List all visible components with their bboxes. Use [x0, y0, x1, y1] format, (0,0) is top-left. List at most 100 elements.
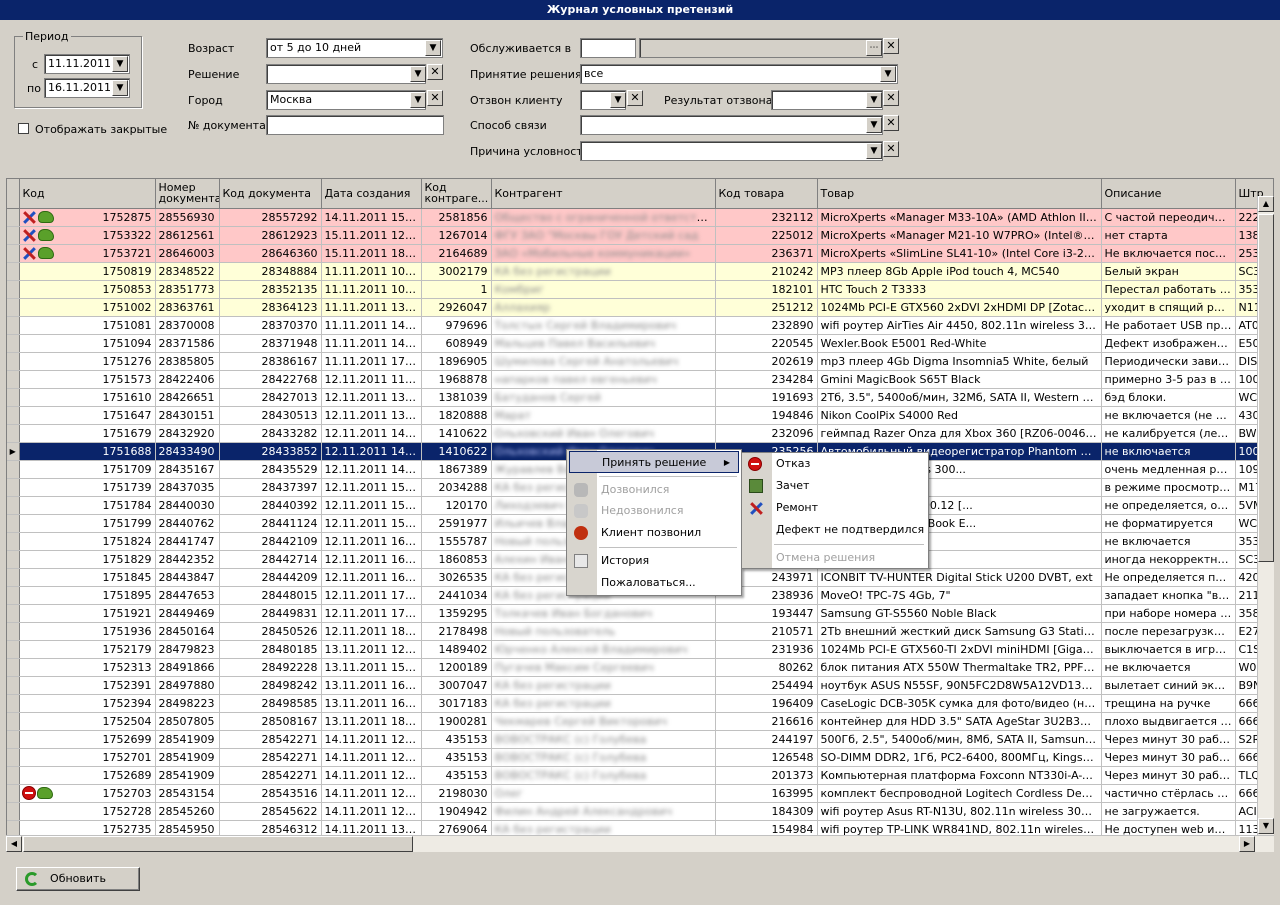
table-row[interactable]: 1751002 28363761 28364123 11.11.2011 13:15 2…: [7, 298, 1273, 317]
table-row[interactable]: 1751936 28450164 28450526 12.11.2011 18:03 2…: [7, 622, 1273, 641]
table-row[interactable]: 1752179 28479823 28480185 13.11.2011 12:10 1…: [7, 640, 1273, 659]
table-row[interactable]: 1751081 28370008 28370370 11.11.2011 14:29 9…: [7, 316, 1273, 335]
header-created[interactable]: Дата создания: [321, 179, 422, 209]
cell-created: 15.11.2011 18:27: [321, 244, 422, 263]
table-row[interactable]: 1752703 28543154 28543516 14.11.2011 12:33 2…: [7, 784, 1273, 803]
cell-cp-code: 2441034: [421, 586, 492, 605]
submenu-repair[interactable]: Ремонт: [742, 497, 818, 519]
cell-doc-code: 28498585: [219, 694, 322, 713]
menu-complain[interactable]: Пожаловаться...: [567, 572, 696, 594]
vscroll-down-button[interactable]: ▼: [1258, 818, 1274, 834]
table-row[interactable]: 1751610 28426651 28427013 12.11.2011 13:01 1…: [7, 388, 1273, 407]
table-row[interactable]: 1752391 28497880 28498242 13.11.2011 16:22 3…: [7, 676, 1273, 695]
submenu-cancel[interactable]: Отмена решения: [742, 547, 875, 569]
submenu-refuse[interactable]: Отказ: [742, 453, 810, 475]
cell-created-text: 11.11.2011 10:05: [324, 264, 421, 278]
menu-accept-decision[interactable]: Принять решение ▶: [569, 451, 739, 473]
contact-select[interactable]: [580, 115, 883, 135]
reason-select[interactable]: [580, 141, 883, 161]
cell-code: 1751276: [19, 352, 156, 371]
doc-number-input[interactable]: [266, 115, 444, 135]
hscroll-left-button[interactable]: ◀: [6, 836, 22, 852]
header-goods[interactable]: Товар: [817, 179, 1102, 209]
submenu-credit[interactable]: Зачет: [742, 475, 809, 497]
menu-client-called[interactable]: Клиент позвонил: [567, 522, 701, 544]
header-doc-code[interactable]: Код документа: [219, 179, 322, 209]
grid-hscrollbar[interactable]: ◀ ▶: [6, 835, 1274, 852]
hscroll-right-button[interactable]: ▶: [1239, 836, 1255, 852]
served-clear-button[interactable]: ✕: [883, 38, 899, 54]
table-row[interactable]: 1752875 28556930 28557292 14.11.2011 15:14 2…: [7, 208, 1273, 227]
cell-created: 12.11.2011 14:49: [321, 460, 422, 479]
refresh-button[interactable]: Обновить: [16, 867, 140, 891]
table-row[interactable]: 1751647 28430151 28430513 12.11.2011 13:47 1…: [7, 406, 1273, 425]
vscroll-thumb[interactable]: [1258, 214, 1274, 562]
table-row[interactable]: 1750819 28348522 28348884 11.11.2011 10:05 3…: [7, 262, 1273, 281]
menu-not-dialed[interactable]: Недозвонился: [567, 500, 683, 522]
callres-clear-button[interactable]: ✕: [883, 90, 899, 106]
table-row[interactable]: 1753322 28612561 28612923 15.11.2011 12:01 1…: [7, 226, 1273, 245]
period-to-dropdown[interactable]: ▼: [112, 80, 128, 96]
table-row[interactable]: 1752504 28507805 28508167 13.11.2011 18:54 1…: [7, 712, 1273, 731]
cell-doc-code: 28435529: [219, 460, 322, 479]
vscroll-up-button[interactable]: ▲: [1258, 196, 1274, 212]
age-dropdown[interactable]: ▼: [425, 40, 441, 56]
table-row[interactable]: 1752701 28541909 28542271 14.11.2011 12:20 4…: [7, 748, 1273, 767]
table-row[interactable]: 1752728 28545260 28545622 14.11.2011 12:52 1…: [7, 802, 1273, 821]
reason-dropdown[interactable]: ▼: [866, 143, 882, 159]
decision-dropdown[interactable]: ▼: [410, 66, 426, 82]
table-row[interactable]: 1751921 28449469 28449831 12.11.2011 17:53 1…: [7, 604, 1273, 623]
submenu-no-defect[interactable]: Дефект не подтвердился: [742, 519, 924, 541]
contact-clear-button[interactable]: ✕: [883, 115, 899, 131]
served-name-field: [639, 38, 883, 58]
cell-created: 12.11.2011 17:30: [321, 586, 422, 605]
city-clear-button[interactable]: ✕: [427, 90, 443, 106]
table-row[interactable]: 1752394 28498223 28498585 13.11.2011 16:27 3…: [7, 694, 1273, 713]
cell-doc-number: 28479823: [155, 640, 220, 659]
cell-doc-code-text: 28433282: [261, 426, 318, 440]
cell-cp-code: 2591977: [421, 514, 492, 533]
accept-select[interactable]: все: [580, 64, 898, 84]
menu-dialed[interactable]: Дозвонился: [567, 479, 669, 501]
decision-select[interactable]: [266, 64, 426, 84]
menu-history[interactable]: История: [567, 550, 649, 572]
reason-clear-button[interactable]: ✕: [883, 141, 899, 157]
city-select[interactable]: Москва: [266, 90, 426, 110]
show-closed-checkbox[interactable]: [18, 123, 29, 134]
header-description[interactable]: Описание: [1101, 179, 1236, 209]
table-row[interactable]: 1752699 28541909 28542271 14.11.2011 12:20 4…: [7, 730, 1273, 749]
table-row[interactable]: 1751679 28432920 28433282 12.11.2011 14:21 1…: [7, 424, 1273, 443]
age-select[interactable]: от 5 до 10 дней: [266, 38, 443, 58]
callback-dropdown[interactable]: ▼: [610, 92, 626, 108]
cell-description: западает кнопка "возв...: [1101, 586, 1236, 605]
table-row[interactable]: 1753721 28646003 28646360 15.11.2011 18:27 2…: [7, 244, 1273, 263]
decision-clear-button[interactable]: ✕: [427, 64, 443, 80]
hscroll-thumb[interactable]: [23, 836, 413, 852]
header-goods-code[interactable]: Код товара: [715, 179, 818, 209]
city-dropdown[interactable]: ▼: [410, 92, 426, 108]
served-browse-button[interactable]: ⋯: [866, 40, 882, 56]
cell-counterparty-text: Толкачев Иван Богданович: [494, 606, 653, 620]
header-doc-number[interactable]: Номер документа: [155, 179, 220, 209]
table-row[interactable]: 1752313 28491866 28492228 13.11.2011 15:06 1…: [7, 658, 1273, 677]
row-indicator: [7, 478, 20, 497]
row-indicator: [7, 712, 20, 731]
accept-dropdown[interactable]: ▼: [880, 66, 896, 82]
callback-clear-button[interactable]: ✕: [627, 90, 643, 106]
table-row[interactable]: 1751573 28422406 28422768 12.11.2011 11:55 1…: [7, 370, 1273, 389]
header-code[interactable]: Код: [19, 179, 156, 209]
cell-description: не загружается.: [1101, 802, 1236, 821]
callres-dropdown[interactable]: ▼: [866, 92, 882, 108]
grid-vscrollbar[interactable]: ▲ ▼: [1257, 196, 1274, 835]
served-code-input[interactable]: [580, 38, 636, 58]
contact-dropdown[interactable]: ▼: [866, 117, 882, 133]
header-cp-code[interactable]: Код контраге...: [421, 179, 492, 209]
header-counterparty[interactable]: Контрагент: [491, 179, 716, 209]
period-from-dropdown[interactable]: ▼: [112, 56, 128, 72]
table-row[interactable]: 1750853 28351773 28352135 11.11.2011 10:52 1…: [7, 280, 1273, 299]
cell-goods-text: геймпад Razer Onza для Xbox 360 [RZ06-00…: [820, 426, 1101, 440]
table-row[interactable]: 1751276 28385805 28386167 11.11.2011 17:26 1…: [7, 352, 1273, 371]
table-row[interactable]: 1752689 28541909 28542271 14.11.2011 12:20 4…: [7, 766, 1273, 785]
cell-doc-code: 28542271: [219, 748, 322, 767]
table-row[interactable]: 1751094 28371586 28371948 11.11.2011 14:48 6…: [7, 334, 1273, 353]
